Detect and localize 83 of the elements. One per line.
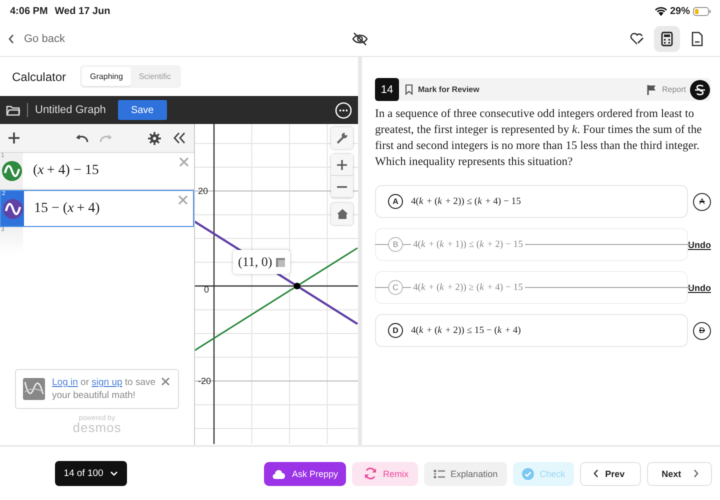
chevron-right-icon bbox=[693, 469, 700, 478]
login-message: Log in or sign up to save your beautiful math! bbox=[52, 376, 156, 402]
choice-text: 4(k + (k + 2)) ≥ (k + 4) − 15 bbox=[411, 282, 525, 293]
wrench-button[interactable] bbox=[331, 127, 353, 149]
minus-icon bbox=[337, 186, 347, 188]
question-number: 14 bbox=[375, 78, 399, 101]
axis-tick-label: -20 bbox=[198, 376, 212, 386]
login-link[interactable]: Log in bbox=[52, 377, 78, 388]
collapse-icon[interactable] bbox=[173, 132, 186, 144]
strikethrough-icon bbox=[694, 84, 706, 96]
chevron-left-icon bbox=[593, 469, 600, 478]
signup-link[interactable]: sign up bbox=[92, 377, 122, 388]
question-text: In a sequence of three consecutive odd integers ordered from least to greatest, the first integer is represented by k. Four times the sum of the first and second integers is no more than 15 less than the third integer. Which inequality represents this situation? bbox=[375, 106, 703, 170]
axis-tick-label: 20 bbox=[198, 186, 208, 196]
choice-text: 4(k + (k + 2)) ≤ (k + 4) − 15 bbox=[411, 196, 521, 207]
check-circle-icon bbox=[522, 468, 534, 480]
clock-time: 4:06 PM bbox=[10, 6, 48, 16]
date-text: Wed 17 Jun bbox=[54, 6, 110, 16]
graph-logo-icon bbox=[23, 378, 45, 400]
refresh-icon bbox=[364, 467, 378, 480]
explanation-button[interactable]: Explanation bbox=[424, 462, 507, 486]
undo-icon[interactable] bbox=[75, 133, 89, 143]
add-icon[interactable] bbox=[8, 132, 20, 144]
answer-choice[interactable]: A 4(k + (k + 2)) ≤ (k + 4) − 15 bbox=[375, 185, 688, 218]
next-button[interactable]: Next bbox=[646, 462, 712, 486]
mode-tab[interactable]: Graphing bbox=[82, 67, 131, 86]
calculator-icon bbox=[659, 31, 675, 47]
flag-icon bbox=[646, 84, 656, 94]
graph-line[interactable] bbox=[195, 247, 358, 354]
prev-button[interactable]: Prev bbox=[580, 462, 641, 486]
ask-button[interactable]: Ask Preppy bbox=[264, 462, 346, 486]
home-icon bbox=[336, 209, 348, 219]
battery-percent: 29% bbox=[670, 6, 690, 16]
math-expression: 15 − (x + 4) bbox=[33, 200, 100, 218]
eliminate-button[interactable]: D bbox=[693, 322, 711, 340]
choice-letter: A bbox=[388, 194, 403, 209]
mark-for-review-button[interactable]: Mark for Review bbox=[405, 84, 480, 95]
hidden-eye-icon[interactable] bbox=[352, 32, 368, 46]
answer-choice[interactable]: C 4(k + (k + 2)) ≥ (k + 4) − 15 bbox=[375, 271, 688, 304]
brand-name: desmos bbox=[72, 422, 122, 434]
answer-choice[interactable]: B 4(k + (k + 1)) ≤ (k + 2) − 15 bbox=[375, 228, 688, 261]
save-button[interactable]: Save bbox=[118, 100, 167, 120]
folder-icon[interactable] bbox=[6, 104, 20, 116]
heart-pen-icon bbox=[629, 31, 645, 47]
intersection-point[interactable] bbox=[294, 282, 300, 290]
choice-letter: C bbox=[388, 280, 403, 295]
panel-title: Calculator bbox=[12, 70, 66, 84]
math-expression: (x + 4) − 15 bbox=[32, 162, 99, 180]
wrench-icon bbox=[336, 132, 348, 144]
battery-icon bbox=[693, 6, 711, 16]
redo-icon bbox=[99, 133, 113, 143]
back-chevron-icon bbox=[8, 34, 15, 44]
choice-letter: B bbox=[388, 237, 403, 252]
point-label[interactable]: (11, 0) bbox=[233, 250, 290, 274]
undo-button[interactable]: Undo bbox=[688, 282, 711, 292]
graph-wave-icon[interactable] bbox=[2, 198, 22, 218]
close-icon[interactable] bbox=[161, 377, 170, 386]
settings-icon[interactable] bbox=[148, 132, 161, 144]
undo-button[interactable]: Undo bbox=[688, 240, 711, 250]
zoom-in-button[interactable] bbox=[331, 154, 353, 176]
choice-text: 4(k + (k + 1)) ≤ (k + 2) − 15 bbox=[411, 239, 525, 250]
eliminate-button[interactable]: A bbox=[693, 192, 711, 210]
home-button[interactable] bbox=[331, 203, 353, 225]
zoom-out-button[interactable] bbox=[331, 176, 353, 198]
question-picker[interactable]: 14 of 100 bbox=[55, 461, 127, 486]
cloud-icon bbox=[272, 468, 286, 480]
graph-title: Untitled Graph bbox=[35, 104, 106, 116]
bookmark-icon bbox=[405, 84, 413, 95]
chevron-down-icon bbox=[110, 471, 118, 476]
toolbar-button[interactable] bbox=[654, 26, 680, 52]
plus-icon bbox=[337, 160, 347, 170]
wifi-icon bbox=[654, 6, 667, 16]
back-button[interactable]: Go back bbox=[8, 29, 65, 49]
copy-icon[interactable] bbox=[276, 258, 286, 266]
graph-wave-icon[interactable] bbox=[2, 161, 22, 181]
axis-tick-label: 0 bbox=[204, 284, 210, 294]
choice-letter: D bbox=[388, 323, 403, 338]
more-icon[interactable] bbox=[335, 102, 352, 118]
choice-text: 4(k + (k + 2)) ≤ 15 − (k + 4) bbox=[411, 325, 521, 336]
answer-choice[interactable]: D 4(k + (k + 2)) ≤ 15 − (k + 4) bbox=[375, 314, 688, 347]
document-icon bbox=[689, 31, 705, 47]
strikethrough-button[interactable] bbox=[690, 80, 710, 100]
list-icon bbox=[432, 468, 445, 478]
